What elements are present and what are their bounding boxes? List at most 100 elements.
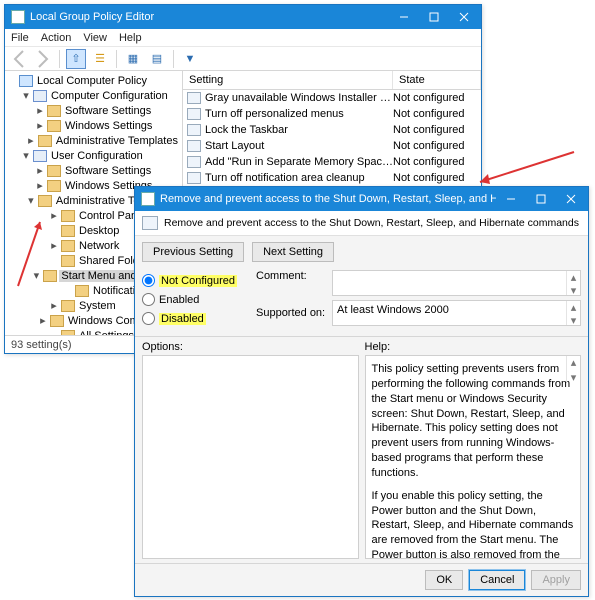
tree-twisty-icon[interactable]: ▸ [35,106,45,116]
list-header[interactable]: Setting State [183,71,481,90]
chevron-down-icon[interactable]: ▾ [567,314,580,327]
tree-twisty-icon[interactable] [49,331,59,336]
maximize-button[interactable] [419,6,449,28]
folder-icon [38,195,52,207]
tree-twisty-icon[interactable] [49,256,59,266]
menu-view[interactable]: View [83,32,107,44]
dialog-close-button[interactable] [556,188,586,210]
next-setting-button[interactable]: Next Setting [252,242,334,262]
up-button[interactable]: ⇧ [66,49,86,69]
list-item[interactable]: Lock the TaskbarNot configured [183,122,481,138]
tree-twisty-icon[interactable]: ▸ [26,136,36,146]
radio-not-configured[interactable]: Not Configured [142,274,250,287]
supported-label: Supported on: [256,307,326,319]
setting-state: Not configured [393,140,477,152]
tree-item[interactable]: ▸ Windows Settings [7,118,180,133]
list-item[interactable]: Start LayoutNot configured [183,138,481,154]
tree-item[interactable]: Local Computer Policy [7,73,180,88]
filter-button[interactable]: ▼ [180,49,200,69]
chevron-up-icon[interactable]: ▴ [567,356,580,371]
tree-twisty-icon[interactable]: ▾ [21,151,31,161]
status-text: 93 setting(s) [11,339,72,351]
folder-icon [61,225,75,237]
close-button[interactable] [449,6,479,28]
setting-state: Not configured [393,92,477,104]
col-state[interactable]: State [393,71,481,89]
chevron-down-icon[interactable]: ▾ [567,371,580,386]
dialog-header: Remove and prevent access to the Shut Do… [135,211,588,236]
col-setting[interactable]: Setting [183,71,393,89]
help-paragraph: This policy setting prevents users from … [372,362,575,481]
tree-twisty-icon[interactable]: ▾ [31,271,41,281]
help-pane[interactable]: ▴▾ This policy setting prevents users fr… [365,355,582,559]
list-item[interactable]: Add "Run in Separate Memory Space" check… [183,154,481,170]
tree-twisty-icon[interactable] [7,76,17,86]
tree-item-label: Software Settings [63,105,153,117]
dialog-titlebar[interactable]: Remove and prevent access to the Shut Do… [135,187,588,211]
tree-item-label: Computer Configuration [49,90,170,102]
tree-twisty-icon[interactable]: ▸ [35,181,45,191]
setting-state: Not configured [393,156,477,168]
radio-enabled[interactable]: Enabled [142,293,250,306]
tree-twisty-icon[interactable]: ▾ [26,196,36,206]
ok-button[interactable]: OK [425,570,463,590]
supported-on-field: At least Windows 2000▴▾ [332,300,581,326]
tree-item[interactable]: ▾User Configuration [7,148,180,163]
menu-action[interactable]: Action [41,32,72,44]
menu-help[interactable]: Help [119,32,142,44]
show-hide-button[interactable]: ☰ [90,49,110,69]
menu-file[interactable]: File [11,32,29,44]
list-item[interactable]: Gray unavailable Windows Installer progr… [183,90,481,106]
dialog-maximize-button[interactable] [526,188,556,210]
dialog-minimize-button[interactable] [496,188,526,210]
comment-field[interactable]: ▴▾ [332,270,581,296]
tree-twisty-icon[interactable] [63,286,73,296]
radio-disabled[interactable]: Disabled [142,312,250,325]
tree-twisty-icon[interactable] [49,226,59,236]
setting-state: Not configured [393,108,477,120]
tree-item[interactable]: ▸Software Settings [7,163,180,178]
chevron-up-icon[interactable]: ▴ [567,271,580,284]
tree-twisty-icon[interactable]: ▸ [35,166,45,176]
tree-twisty-icon[interactable]: ▾ [21,91,31,101]
properties-button[interactable]: ▦ [123,49,143,69]
tree-item-label: Administrative Templates [54,135,180,147]
export-button[interactable]: ▤ [147,49,167,69]
tree-twisty-icon[interactable]: ▸ [49,241,59,251]
help-paragraph: If you enable this policy setting, the P… [372,489,575,559]
tree-twisty-icon[interactable]: ▸ [49,301,59,311]
options-label: Options: [142,341,359,353]
comment-label: Comment: [256,270,326,296]
cancel-button[interactable]: Cancel [469,570,525,590]
tree-item-label: All Settings [77,330,136,336]
list-item[interactable]: Turn off notification area cleanupNot co… [183,170,481,186]
folder-icon [47,180,61,192]
tree-twisty-icon[interactable]: ▸ [38,316,48,326]
tree-twisty-icon[interactable]: ▸ [35,121,45,131]
minimize-button[interactable] [389,6,419,28]
tree-item-label: System [77,300,118,312]
previous-setting-button[interactable]: Previous Setting [142,242,244,262]
help-label: Help: [365,341,582,353]
tree-item[interactable]: ▸ Administrative Templates [7,133,180,148]
titlebar[interactable]: Local Group Policy Editor [5,5,481,29]
chevron-up-icon[interactable]: ▴ [567,301,580,314]
folder-icon [61,240,75,252]
dialog-icon [141,192,155,206]
setting-icon [187,172,201,184]
folder-icon [47,165,61,177]
setting-name: Lock the Taskbar [205,124,393,136]
tree-twisty-icon[interactable]: ▸ [49,211,59,221]
folder-icon [43,270,57,282]
tree-item[interactable]: ▸ Software Settings [7,103,180,118]
folder-icon [50,315,64,327]
app-icon [11,10,25,24]
list-item[interactable]: Turn off personalized menusNot configure… [183,106,481,122]
back-button[interactable] [9,49,29,69]
chevron-down-icon[interactable]: ▾ [567,284,580,297]
folder-icon [19,75,33,87]
apply-button[interactable]: Apply [531,570,581,590]
forward-button[interactable] [33,49,53,69]
tree-item-label: Windows Settings [63,120,154,132]
tree-item[interactable]: ▾ Computer Configuration [7,88,180,103]
